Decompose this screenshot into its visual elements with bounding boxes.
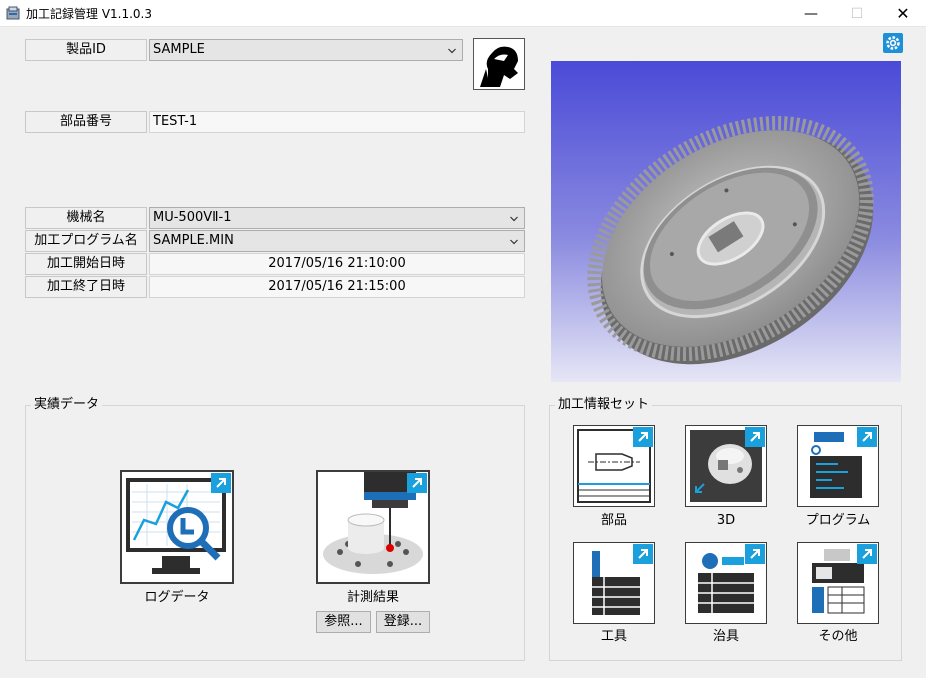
- app-icon: [6, 6, 20, 20]
- info-tile-tool[interactable]: [573, 542, 655, 624]
- open-arrow-icon: [407, 473, 427, 493]
- start-time-field: 2017/05/16 21:10:00: [149, 253, 525, 275]
- reference-button[interactable]: 参照...: [316, 611, 371, 633]
- measure-result-caption: 計測結果: [346, 590, 399, 605]
- 3d-viewer[interactable]: [551, 61, 901, 382]
- info-caption-program: プログラム: [805, 513, 871, 528]
- gear-model-icon: [587, 116, 874, 365]
- product-id-combo[interactable]: SAMPLE: [149, 39, 463, 61]
- open-arrow-icon: [633, 427, 653, 447]
- chevron-down-icon: [510, 239, 518, 245]
- part-no-field[interactable]: TEST-1: [149, 111, 525, 133]
- measure-result-button[interactable]: [316, 470, 430, 584]
- info-caption-part: 部品: [600, 513, 627, 528]
- part-no-label: 部品番号: [25, 111, 147, 133]
- program-label: 加工プログラム名: [25, 230, 147, 252]
- open-arrow-icon: [857, 427, 877, 447]
- open-arrow-icon: [211, 473, 231, 493]
- info-caption-fixture: 治具: [712, 629, 739, 644]
- results-group-title: 実績データ: [31, 397, 103, 413]
- start-time-label: 加工開始日時: [25, 253, 147, 275]
- register-button[interactable]: 登録...: [376, 611, 430, 633]
- close-button[interactable]: ✕: [880, 0, 926, 27]
- info-caption-other: その他: [818, 629, 858, 644]
- info-tile-part[interactable]: [573, 425, 655, 507]
- gear-icon: [886, 36, 900, 50]
- open-arrow-icon: [857, 544, 877, 564]
- product-id-label: 製品ID: [25, 39, 147, 61]
- product-id-value: SAMPLE: [153, 42, 205, 57]
- info-tile-other[interactable]: [797, 542, 879, 624]
- info-set-group-title: 加工情報セット: [555, 397, 653, 413]
- minimize-button[interactable]: —: [788, 0, 834, 27]
- settings-icon[interactable]: [883, 33, 903, 53]
- operator-icon[interactable]: [473, 38, 525, 90]
- log-data-button[interactable]: [120, 470, 234, 584]
- info-caption-3d: 3D: [716, 513, 736, 528]
- program-value: SAMPLE.MIN: [153, 233, 234, 248]
- open-arrow-icon: [633, 544, 653, 564]
- open-arrow-icon: [745, 427, 765, 447]
- info-tile-fixture[interactable]: [685, 542, 767, 624]
- window-title: 加工記録管理 V1.1.0.3: [26, 7, 153, 21]
- program-combo[interactable]: SAMPLE.MIN: [149, 230, 525, 252]
- maximize-button[interactable]: ☐: [834, 0, 880, 27]
- machine-label: 機械名: [25, 207, 147, 229]
- results-group: [25, 405, 525, 661]
- machine-value: MU-500VⅡ-1: [153, 210, 232, 225]
- machine-combo[interactable]: MU-500VⅡ-1: [149, 207, 525, 229]
- info-tile-program[interactable]: [797, 425, 879, 507]
- chevron-down-icon: [448, 48, 456, 54]
- info-tile-3d[interactable]: [685, 425, 767, 507]
- chevron-down-icon: [510, 216, 518, 222]
- end-time-label: 加工終了日時: [25, 276, 147, 298]
- end-time-field: 2017/05/16 21:15:00: [149, 276, 525, 298]
- log-data-caption: ログデータ: [144, 590, 210, 605]
- open-arrow-icon: [745, 544, 765, 564]
- info-caption-tool: 工具: [600, 629, 627, 644]
- title-bar: 加工記録管理 V1.1.0.3 — ☐ ✕: [0, 0, 926, 27]
- operator-silhouette-icon: [480, 46, 518, 87]
